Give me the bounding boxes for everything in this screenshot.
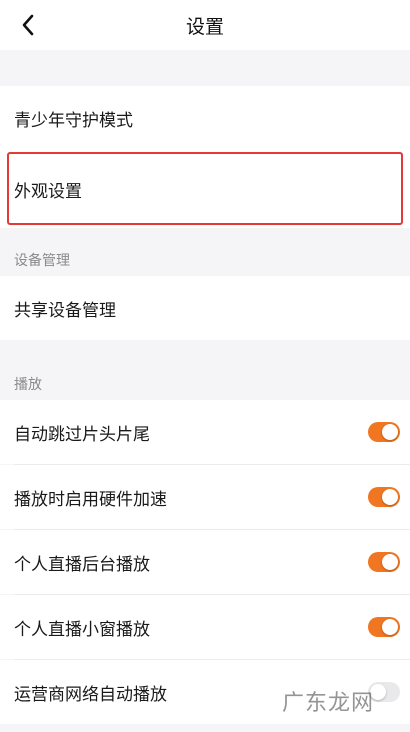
watermark: 广东龙网 bbox=[281, 691, 374, 716]
settings-item-appearance[interactable]: 外观设置 bbox=[0, 150, 410, 228]
toggle-knob bbox=[382, 489, 398, 505]
nav-bar: 设置 bbox=[0, 0, 410, 50]
section-header-device-management: 设备管理 bbox=[14, 253, 70, 269]
settings-item-label: 播放时启用硬件加速 bbox=[14, 489, 167, 510]
settings-item-shared-devices[interactable]: 共享设备管理 bbox=[0, 276, 410, 340]
settings-item-label: 个人直播后台播放 bbox=[14, 554, 150, 575]
toggle-live-mini-window[interactable] bbox=[368, 617, 400, 637]
settings-item-label: 自动跳过片头片尾 bbox=[14, 424, 150, 445]
settings-item-label: 外观设置 bbox=[14, 181, 82, 202]
settings-item-live-mini-window: 个人直播小窗播放 bbox=[0, 595, 410, 659]
settings-item-youth-mode[interactable]: 青少年守护模式 bbox=[0, 86, 410, 150]
settings-item-label: 共享设备管理 bbox=[14, 300, 116, 321]
toggle-knob bbox=[382, 554, 398, 570]
settings-item-label: 运营商网络自动播放 bbox=[14, 684, 167, 705]
page-title: 设置 bbox=[185, 16, 224, 38]
settings-item-label: 个人直播小窗播放 bbox=[14, 619, 150, 640]
section-header-playback: 播放 bbox=[14, 377, 42, 393]
toggle-knob bbox=[382, 424, 398, 440]
settings-item-auto-skip: 自动跳过片头片尾 bbox=[0, 400, 410, 464]
settings-item-live-background: 个人直播后台播放 bbox=[0, 530, 410, 594]
toggle-hw-accel[interactable] bbox=[368, 487, 400, 507]
settings-item-hw-accel: 播放时启用硬件加速 bbox=[0, 465, 410, 529]
toggle-knob bbox=[382, 619, 398, 635]
settings-item-label: 青少年守护模式 bbox=[14, 110, 133, 131]
toggle-auto-skip[interactable] bbox=[368, 422, 400, 442]
toggle-live-background[interactable] bbox=[368, 552, 400, 572]
